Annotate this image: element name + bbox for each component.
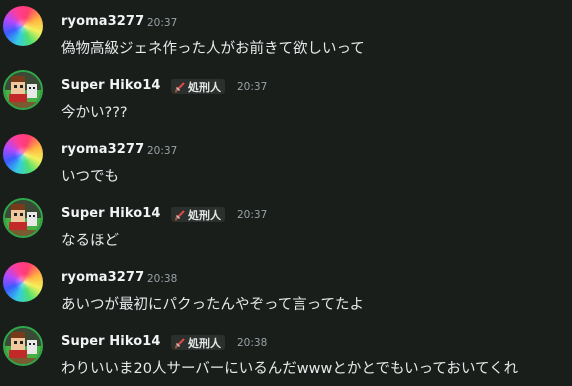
message-content: 偽物高級ジェネ作った人がお前きて欲しいって [61,41,365,57]
role-label: 処刑人 [188,80,221,94]
author-name[interactable]: Super Hiko14 [61,78,161,93]
avatar[interactable] [3,134,43,174]
role-badge[interactable]: 処刑人 [171,335,225,350]
avatar[interactable] [3,198,43,238]
author-name[interactable]: ryoma3277 [61,14,144,29]
message-timestamp[interactable]: 20:37 [237,209,267,221]
message-timestamp[interactable]: 20:38 [237,337,267,349]
avatar[interactable] [3,262,43,302]
message-content: 今かい??? [61,105,128,121]
pixel-character-icon [5,328,41,364]
message-content: あいつが最初にパクったんやぞって言ってたよ [61,297,365,313]
message-content: いつでも [61,169,119,185]
avatar[interactable] [3,326,43,366]
chat-message: Super Hiko14 処刑人 20:38 わりいいま20人サーバーにいるんだ… [0,326,572,386]
role-label: 処刑人 [188,336,221,350]
chat-message: ryoma3277 20:37 いつでも [0,134,572,194]
role-badge[interactable]: 処刑人 [171,207,225,222]
message-timestamp[interactable]: 20:37 [147,17,177,29]
message-content: なるほど [61,233,119,249]
chat-message: ryoma3277 20:38 あいつが最初にパクったんやぞって言ってたよ [0,262,572,322]
message-timestamp[interactable]: 20:38 [147,273,177,285]
avatar[interactable] [3,70,43,110]
author-name[interactable]: ryoma3277 [61,270,144,285]
chat-message: Super Hiko14 処刑人 20:37 今かい??? [0,70,572,130]
avatar[interactable] [3,6,43,46]
role-badge[interactable]: 処刑人 [171,79,225,94]
sword-icon [175,337,185,348]
role-label: 処刑人 [188,208,221,222]
message-timestamp[interactable]: 20:37 [237,81,267,93]
author-name[interactable]: Super Hiko14 [61,334,161,349]
sword-icon [175,81,185,92]
chat-message-list: ryoma3277 20:37 偽物高級ジェネ作った人がお前きて欲しいって Su… [0,0,572,380]
chat-message: ryoma3277 20:37 偽物高級ジェネ作った人がお前きて欲しいって [0,6,572,66]
pixel-character-icon [5,200,41,236]
author-name[interactable]: Super Hiko14 [61,206,161,221]
pixel-character-icon [5,72,41,108]
sword-icon [175,209,185,220]
message-timestamp[interactable]: 20:37 [147,145,177,157]
author-name[interactable]: ryoma3277 [61,142,144,157]
chat-message: Super Hiko14 処刑人 20:37 なるほど [0,198,572,258]
message-content: わりいいま20人サーバーにいるんだwwwとかとでもいっておいてくれ [61,361,519,377]
